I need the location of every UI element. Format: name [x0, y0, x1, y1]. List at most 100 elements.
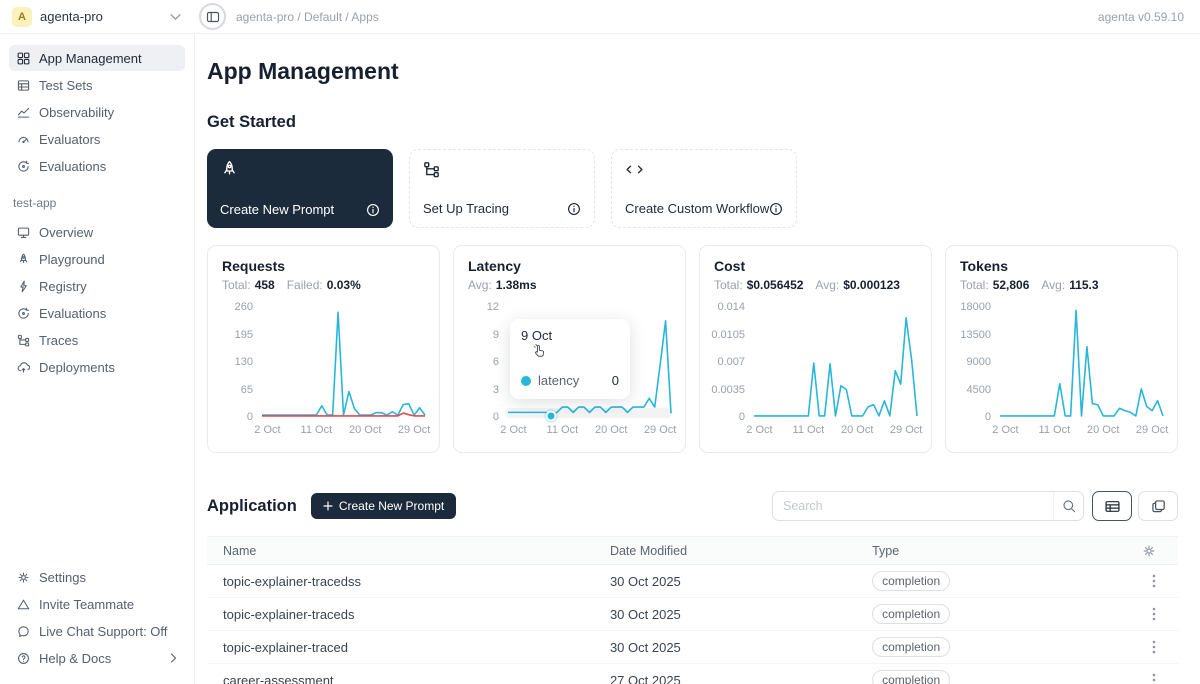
workspace-avatar: A [12, 7, 32, 27]
sidebar-item-label: Test Sets [39, 78, 92, 93]
y-tick-label: 0 [985, 411, 991, 423]
table-view-button[interactable] [1092, 491, 1132, 521]
line-chart[interactable] [1000, 307, 1163, 417]
type-cell: completion [872, 604, 1112, 624]
search-icon[interactable] [1053, 492, 1083, 520]
sidebar-item-observability[interactable]: Observability [9, 99, 185, 125]
chart-stats: Total:$0.056452 Avg:$0.000123 [714, 278, 917, 292]
sidebar-item-traces[interactable]: Traces [9, 327, 185, 353]
search-input[interactable] [773, 492, 1053, 520]
info-icon[interactable] [366, 203, 380, 217]
row-actions-cell [1112, 574, 1178, 588]
x-tick-label: 29 Oct [398, 424, 430, 436]
gear-icon[interactable] [1142, 544, 1156, 558]
column-header-date-modified[interactable]: Date Modified [610, 544, 872, 558]
x-tick-label: 11 Oct [1039, 424, 1071, 436]
y-axis: 260195130650 [222, 307, 262, 417]
sidebar-item-overview[interactable]: Overview [9, 219, 185, 245]
tokens-chart-card: Tokens Total:52,806Avg:115.3 18000135009… [945, 245, 1178, 453]
x-tick-label: 20 Oct [349, 424, 381, 436]
plot-wrap [1000, 307, 1163, 417]
table-body: topic-explainer-tracedss30 Oct 2025compl… [207, 565, 1178, 684]
type-badge: completion [872, 604, 950, 624]
table-row[interactable]: topic-explainer-tracedss30 Oct 2025compl… [207, 565, 1178, 598]
sidebar-item-playground[interactable]: Playground [9, 246, 185, 272]
sidebar-item-label: Playground [39, 252, 105, 267]
sidebar-toggle-button[interactable] [199, 3, 226, 30]
search-box [772, 491, 1084, 521]
line-chart[interactable] [754, 307, 917, 417]
create-button-label: Create New Prompt [339, 499, 444, 513]
table-view-icon [1105, 499, 1120, 514]
info-icon[interactable] [567, 202, 581, 216]
top-bar: A agenta-pro agenta-pro / Default / Apps… [0, 0, 1200, 34]
x-tick-label: 2 Oct [992, 424, 1018, 436]
chevron-down-icon [170, 12, 181, 22]
y-tick-label: 0.0105 [711, 329, 745, 341]
workspace-selector[interactable]: A agenta-pro [0, 7, 195, 27]
x-tick-label: 20 Oct [841, 424, 873, 436]
type-cell: completion [872, 571, 1112, 591]
x-tick-label: 29 Oct [644, 424, 676, 436]
create-custom-workflow-card[interactable]: Create Custom Workflow [611, 149, 797, 228]
table-row[interactable]: topic-explainer-traced30 Oct 2025complet… [207, 631, 1178, 664]
row-menu-button[interactable] [1152, 607, 1156, 621]
row-menu-button[interactable] [1152, 574, 1156, 588]
type-badge: completion [872, 637, 950, 657]
chart-stat: Total:$0.056452 [714, 278, 803, 292]
row-actions-cell [1112, 640, 1178, 654]
plot-wrap [754, 307, 917, 417]
sidebar-item-app-management[interactable]: App Management [9, 45, 185, 71]
y-tick-label: 6 [493, 356, 499, 368]
sidebar-item-evaluators[interactable]: Evaluators [9, 126, 185, 152]
row-actions-cell [1112, 673, 1178, 684]
tooltip-date: 9 Oct [521, 328, 619, 343]
line-chart[interactable] [262, 307, 425, 417]
card-label: Set Up Tracing [423, 201, 509, 216]
breadcrumb[interactable]: agenta-pro / Default / Apps [236, 10, 379, 24]
gear-icon [17, 571, 30, 584]
sidebar-item-label: Evaluators [39, 132, 100, 147]
y-tick-label: 0 [247, 411, 253, 423]
x-tick-label: 2 Oct [254, 424, 280, 436]
y-tick-label: 4500 [967, 384, 991, 396]
date-modified-cell: 27 Oct 2025 [610, 673, 872, 684]
column-header-name[interactable]: Name [207, 544, 610, 558]
info-icon[interactable] [769, 202, 783, 216]
sidebar-item-help-docs[interactable]: Help & Docs [9, 645, 185, 671]
table-row[interactable]: topic-explainer-traceds30 Oct 2025comple… [207, 598, 1178, 631]
refresh-circle-icon [17, 307, 30, 320]
tracing-tree-icon [423, 161, 581, 178]
row-menu-button[interactable] [1152, 673, 1156, 684]
table-settings-cell [1112, 544, 1178, 558]
sidebar-group-label: test-app [13, 196, 181, 210]
y-tick-label: 195 [235, 329, 253, 341]
create-new-prompt-card[interactable]: Create New Prompt [207, 149, 393, 228]
sidebar-item-app-evaluations[interactable]: Evaluations [9, 300, 185, 326]
get-started-cards: Create New Prompt Set Up Tracing Create … [207, 149, 1178, 228]
sidebar-item-invite-teammate[interactable]: Invite Teammate [9, 591, 185, 617]
column-header-type[interactable]: Type [872, 544, 1112, 558]
create-new-prompt-button[interactable]: Create New Prompt [311, 493, 456, 519]
chart-plot-area: 1800013500900045000 [960, 307, 1163, 417]
sidebar-item-registry[interactable]: Registry [9, 273, 185, 299]
help-circle-icon [17, 652, 30, 665]
sidebar-item-settings[interactable]: Settings [9, 564, 185, 590]
hovered-point-marker [546, 410, 557, 421]
sidebar-item-evaluations[interactable]: Evaluations [9, 153, 185, 179]
card-view-button[interactable] [1138, 491, 1178, 521]
sidebar-item-live-chat-support[interactable]: Live Chat Support: Off [9, 618, 185, 644]
y-axis: 1800013500900045000 [960, 307, 1000, 417]
chart-title: Tokens [960, 258, 1163, 274]
row-menu-button[interactable] [1152, 640, 1156, 654]
sidebar-item-deployments[interactable]: Deployments [9, 354, 185, 380]
chart-stat: Avg:$0.000123 [815, 278, 900, 292]
x-tick-label: 2 Oct [746, 424, 772, 436]
rocket-icon [17, 253, 30, 266]
sidebar-item-test-sets[interactable]: Test Sets [9, 72, 185, 98]
set-up-tracing-card[interactable]: Set Up Tracing [409, 149, 595, 228]
chart-plot-area: 260195130650 [222, 307, 425, 417]
y-tick-label: 3 [493, 384, 499, 396]
page-title: App Management [207, 56, 1178, 86]
table-row[interactable]: career-assessment27 Oct 2025completion [207, 664, 1178, 684]
